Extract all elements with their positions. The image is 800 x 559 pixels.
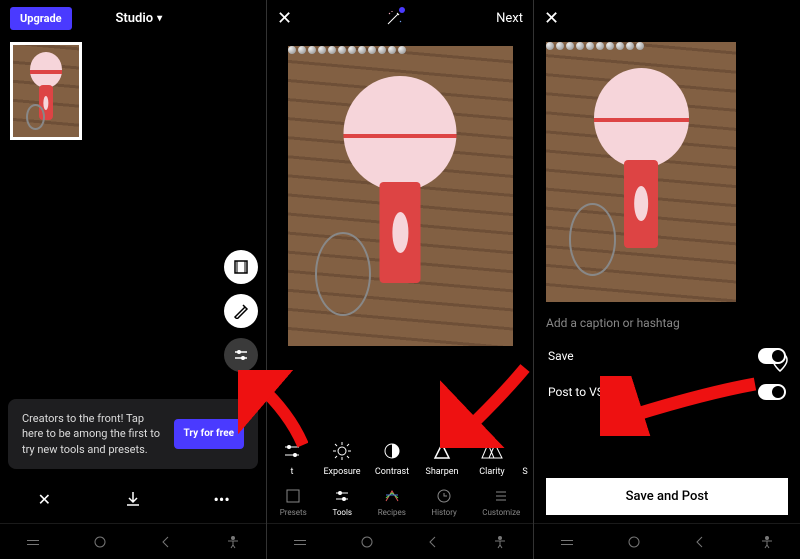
save-label: Save <box>548 349 574 363</box>
system-nav <box>267 523 533 559</box>
tab-history[interactable]: History <box>431 486 456 517</box>
system-nav <box>534 523 800 559</box>
topbar: ✕ Next <box>267 0 533 36</box>
tab-customize[interactable]: Customize <box>482 486 520 517</box>
photo-canvas[interactable] <box>288 46 513 346</box>
promo-banner[interactable]: Creators to the front! Tap here to be am… <box>8 399 258 469</box>
bottom-tabs: Presets Tools Recipes History Customize <box>267 479 533 523</box>
studio-dropdown[interactable]: Studio ▾ <box>115 11 162 26</box>
screen-editor: ✕ Next t Exposure Contrast Sharpen Clari… <box>266 0 533 559</box>
nav-recents-icon[interactable] <box>288 530 312 554</box>
screen-post: ✕ Add a caption or hashtag Save Post to … <box>533 0 800 559</box>
tool-clarity[interactable]: Clarity <box>467 439 517 477</box>
topbar: ✕ <box>534 0 800 36</box>
tool-exposure[interactable]: Exposure <box>317 439 367 477</box>
nav-recents-icon[interactable] <box>555 530 579 554</box>
caption-input[interactable]: Add a caption or hashtag <box>534 308 800 338</box>
system-nav <box>0 523 266 559</box>
studio-label: Studio <box>115 11 153 26</box>
close-icon[interactable]: ✕ <box>28 483 60 515</box>
download-icon[interactable] <box>117 483 149 515</box>
tool-adjust[interactable]: t <box>267 439 317 477</box>
side-tool-buttons <box>224 250 258 372</box>
film-icon-button[interactable] <box>224 250 258 284</box>
tab-tools[interactable]: Tools <box>332 486 352 517</box>
topbar: Upgrade Studio ▾ <box>0 0 266 36</box>
magic-icon[interactable] <box>385 9 403 27</box>
sliders-icon-button[interactable] <box>224 338 258 372</box>
next-button[interactable]: Next <box>496 11 523 26</box>
nav-accessibility-icon[interactable] <box>755 530 779 554</box>
tool-sharpen[interactable]: Sharpen <box>417 439 467 477</box>
close-icon[interactable]: ✕ <box>277 8 292 29</box>
photo-preview <box>546 42 736 302</box>
more-icon[interactable]: ••• <box>206 483 238 515</box>
save-toggle-row[interactable]: Save <box>534 338 800 374</box>
toggle-switch[interactable] <box>758 384 786 400</box>
tab-recipes[interactable]: Recipes <box>378 486 406 517</box>
save-and-post-button[interactable]: Save and Post <box>546 478 788 515</box>
nav-home-icon[interactable] <box>355 530 379 554</box>
edit-icon-button[interactable] <box>224 294 258 328</box>
nav-accessibility-icon[interactable] <box>488 530 512 554</box>
bottom-bar: ✕ ••• <box>0 475 266 523</box>
nav-home-icon[interactable] <box>622 530 646 554</box>
tool-more[interactable]: S <box>517 439 533 477</box>
banner-text: Creators to the front! Tap here to be am… <box>22 411 164 457</box>
try-for-free-button[interactable]: Try for free <box>174 419 244 449</box>
toggle-switch[interactable] <box>758 348 786 364</box>
nav-recents-icon[interactable] <box>21 530 45 554</box>
nav-accessibility-icon[interactable] <box>221 530 245 554</box>
chevron-down-icon: ▾ <box>157 13 162 24</box>
tool-contrast[interactable]: Contrast <box>367 439 417 477</box>
nav-home-icon[interactable] <box>88 530 112 554</box>
tab-presets[interactable]: Presets <box>280 486 307 517</box>
adjust-tools-row: t Exposure Contrast Sharpen Clarity S <box>267 439 533 477</box>
post-vsco-row[interactable]: Post to VSCO <box>534 374 800 410</box>
post-vsco-label: Post to VSCO <box>548 385 620 399</box>
nav-back-icon[interactable] <box>154 530 178 554</box>
photo-thumbnail[interactable] <box>10 42 82 140</box>
screen-studio: Upgrade Studio ▾ Creators to the front! … <box>0 0 266 559</box>
close-icon[interactable]: ✕ <box>544 8 559 29</box>
nav-back-icon[interactable] <box>688 530 712 554</box>
upgrade-button[interactable]: Upgrade <box>10 7 72 30</box>
nav-back-icon[interactable] <box>421 530 445 554</box>
